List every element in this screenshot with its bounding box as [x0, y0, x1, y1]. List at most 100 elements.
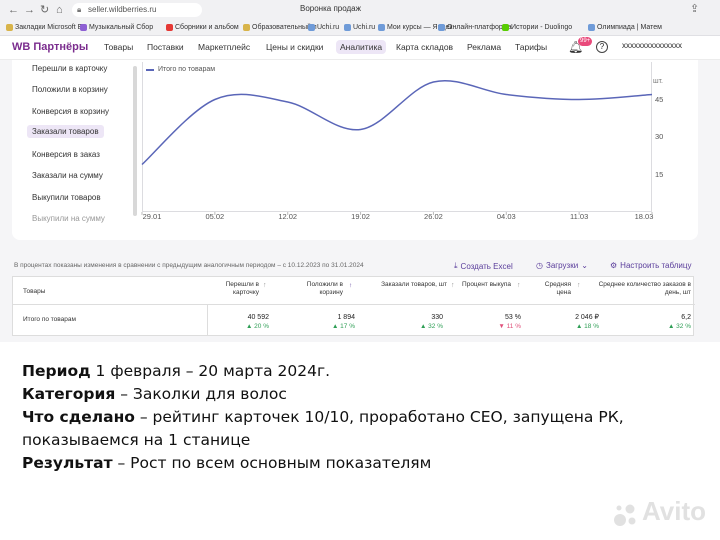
bookmark-item[interactable]: Истории - Duolingo — [502, 24, 572, 31]
column-header-avg-orders-per-day[interactable]: Среднее количество заказов в день, шт — [591, 281, 691, 297]
reload-icon[interactable]: ↻ — [40, 3, 49, 17]
bookmark-label: Закладки Microsoft Е — [15, 24, 83, 31]
caption-category: Категория – Заколки для волос — [22, 385, 287, 403]
home-icon[interactable]: ⌂ — [56, 3, 63, 17]
cell-change: ▲ 32 % — [419, 323, 443, 330]
downloads-button[interactable]: ◷ Загрузки ⌄ — [536, 261, 588, 270]
column-header-card-visits[interactable]: Перешли в карточку — [201, 281, 259, 297]
notification-badge: 99+ — [578, 37, 593, 46]
metric-item[interactable]: Выкупили на сумму — [32, 214, 105, 223]
bookmark-label: Образовательный п — [252, 24, 317, 31]
bookmark-label: Истории - Duolingo — [511, 24, 573, 31]
metric-item[interactable]: Выкупили товаров — [32, 193, 101, 202]
column-header-products[interactable]: Товары — [23, 288, 45, 296]
x-tick-label: 04.03 — [496, 212, 516, 221]
site-icon — [438, 24, 445, 31]
chevron-down-icon: ⌄ — [581, 261, 588, 270]
x-tick-label: 11.03 — [570, 212, 589, 221]
row-label: Итого по товарам — [23, 316, 76, 323]
create-excel-button[interactable]: ⤓ Создать Excel — [454, 261, 513, 271]
site-icon — [344, 24, 351, 31]
chart-legend: Итого по товарам — [146, 66, 215, 73]
tab-title: Воронка продаж — [300, 4, 361, 13]
menu-item-products[interactable]: Товары — [104, 42, 133, 52]
column-header-buyout-percent[interactable]: Процент выкупа — [459, 281, 511, 289]
address-bar[interactable]: 🔒︎ seller.wildberries.ru — [72, 3, 202, 17]
y-axis-unit: шт. — [653, 78, 663, 85]
sort-icon[interactable]: ↑ — [517, 282, 521, 290]
cell-change: ▲ 32 % — [667, 323, 691, 330]
menu-item-analytics[interactable]: Аналитика — [336, 40, 387, 54]
metric-item[interactable]: Перешли в карточку — [32, 64, 107, 73]
bookmark-label: Музыкальный Сбор — [89, 24, 154, 31]
menu-item-ads[interactable]: Реклама — [467, 42, 501, 52]
menu-item-prices[interactable]: Цены и скидки — [266, 42, 323, 52]
bookmark-item[interactable]: Онлайн-платформа — [438, 24, 511, 31]
column-header-added-to-cart[interactable]: Положили в корзину — [283, 281, 343, 297]
menu-item-tariffs[interactable]: Тарифы — [515, 42, 547, 52]
browser-chrome: ← → ↻ ⌂ 🔒︎ seller.wildberries.ru Воронка… — [0, 0, 720, 36]
x-tick-label: 05.02 — [205, 212, 225, 221]
cell-ordered: 330 ▲ 32 % — [387, 313, 443, 331]
bookmark-item[interactable]: Сборники и альбом — [166, 24, 239, 31]
table-row-total[interactable]: Итого по товарам 40 592 ▲ 20 % 1 894 ▲ 1… — [13, 305, 695, 335]
sort-icon[interactable]: ↑ — [577, 282, 581, 290]
folder-icon — [6, 24, 13, 31]
user-name[interactable]: xxxxxxxxxxxxxxx — [622, 41, 694, 51]
downloads-label: Загрузки — [545, 261, 579, 270]
bookmark-item[interactable]: Uchi.ru — [344, 24, 375, 31]
column-header-ordered[interactable]: Заказали товаров, шт — [369, 281, 447, 289]
music-icon — [80, 24, 87, 31]
metric-item[interactable]: Положили в корзину — [32, 85, 108, 94]
forward-icon[interactable]: → — [24, 3, 35, 17]
share-icon[interactable]: ⇪ — [690, 2, 699, 15]
metric-item-active[interactable]: Заказали товаров — [27, 125, 104, 138]
help-icon[interactable]: ? — [596, 41, 608, 53]
y-tick-label: 15 — [655, 169, 664, 179]
caption-done: Что сделано – рейтинг карточек 10/10, пр… — [22, 408, 624, 449]
legend-swatch — [146, 68, 154, 71]
metric-scrollbar[interactable] — [133, 66, 137, 216]
sort-icon[interactable]: ↑ — [263, 282, 267, 290]
bookmark-item[interactable]: Музыкальный Сбор — [80, 24, 153, 31]
cell-added-to-cart: 1 894 ▲ 17 % — [299, 313, 355, 331]
cell-avg-price: 2 046 ₽ ▲ 18 % — [543, 313, 599, 331]
bookmark-label: Олимпиада | Матем — [597, 24, 662, 31]
watermark-text: Avito — [642, 496, 707, 526]
bookmark-item[interactable]: Закладки Microsoft Е — [6, 24, 82, 31]
slide-caption: Период 1 февраля – 20 марта 2024г. Катег… — [22, 360, 702, 475]
bookmark-item[interactable]: Олимпиада | Матем — [588, 24, 662, 31]
column-header-avg-price[interactable]: Средняя цена — [529, 281, 571, 297]
logo[interactable]: WB Партнёры — [12, 41, 88, 53]
sort-icon[interactable]: ↑ — [451, 282, 455, 290]
back-icon[interactable]: ← — [8, 3, 19, 17]
row-label-cell: Итого по товарам — [13, 305, 208, 335]
metric-item[interactable]: Конверсия в заказ — [32, 150, 100, 159]
cell-value: 1 894 — [337, 314, 355, 321]
menu-item-supplies[interactable]: Поставки — [147, 42, 184, 52]
bookmark-item[interactable]: Uchi.ru — [308, 24, 339, 31]
cell-change: ▲ 20 % — [245, 323, 269, 330]
cell-card-visits: 40 592 ▲ 20 % — [213, 313, 269, 331]
x-tick-label: 29.01 — [142, 212, 162, 221]
sort-active-icon[interactable]: ↑ — [349, 282, 352, 290]
cell-value: 330 — [431, 314, 443, 321]
configure-table-button[interactable]: ⚙ Настроить таблицу — [610, 261, 691, 270]
bookmark-label: Uchi.ru — [353, 24, 376, 31]
menu-item-marketplace[interactable]: Маркетплейс — [198, 42, 250, 52]
cell-change: ▲ 17 % — [331, 323, 355, 330]
cell-value: 53 % — [505, 314, 521, 321]
address-text: seller.wildberries.ru — [88, 5, 157, 14]
app-header: WB Партнёры Товары Поставки Маркетплейс … — [0, 36, 720, 60]
youtube-icon — [166, 24, 173, 31]
clock-icon: ◷ — [536, 261, 543, 270]
site-icon — [378, 24, 385, 31]
bookmark-item[interactable]: Образовательный п — [243, 24, 317, 31]
screenshot: ← → ↻ ⌂ 🔒︎ seller.wildberries.ru Воронка… — [0, 0, 720, 540]
menu-item-warehouse-map[interactable]: Карта складов — [396, 42, 453, 52]
metric-item[interactable]: Заказали на сумму — [32, 171, 103, 180]
metric-item[interactable]: Конверсия в корзину — [32, 107, 109, 116]
bookmark-label: Uchi.ru — [317, 24, 340, 31]
avito-logo-icon — [614, 504, 636, 526]
cell-value: 40 592 — [247, 314, 269, 321]
